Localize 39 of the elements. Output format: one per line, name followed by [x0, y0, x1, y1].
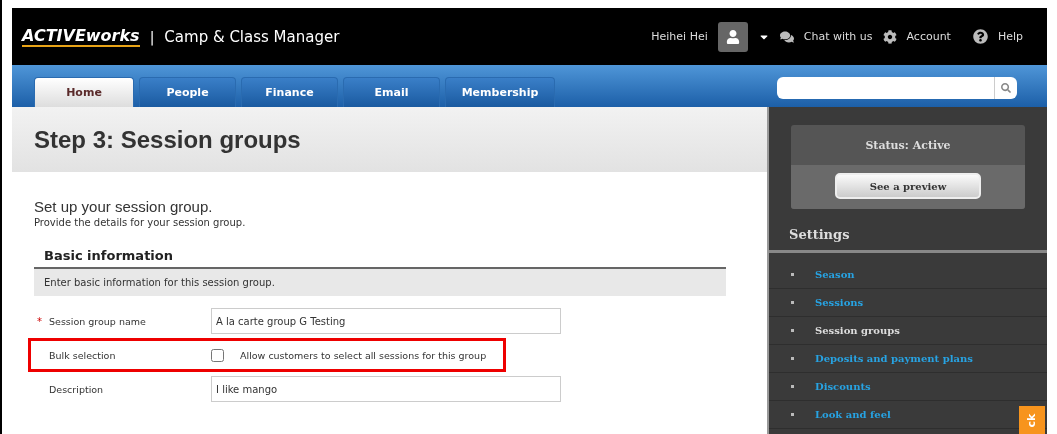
field-label: Session group name — [48, 315, 147, 327]
account-link[interactable]: Account — [906, 30, 951, 43]
checkbox-label: Allow customers to select all sessions for this group — [240, 349, 487, 361]
nav-tab[interactable]: Membership — [445, 77, 555, 107]
help-link[interactable]: Help — [997, 30, 1023, 43]
help-icon — [972, 29, 988, 44]
logo: ACTIVEworks — [22, 26, 140, 47]
intro-subtext: Provide the details for your session group. — [34, 217, 247, 228]
sidebar-link[interactable]: Deposits and payment plans — [769, 345, 1047, 373]
text-field[interactable]: A la carte group G Testing — [211, 308, 561, 334]
page-title: Step 3: Session groups — [34, 125, 301, 154]
required-mark: * — [37, 315, 43, 327]
chat-link[interactable]: Chat with us — [803, 30, 873, 43]
nav-tab[interactable]: People — [139, 77, 236, 107]
nav-tab[interactable]: Email — [343, 77, 440, 107]
checkbox[interactable] — [211, 348, 224, 362]
search-field[interactable] — [777, 77, 1017, 99]
avatar-button[interactable] — [717, 21, 748, 52]
nav-tab[interactable]: Finance — [241, 77, 338, 107]
sidebar-link[interactable]: Discounts — [769, 373, 1047, 401]
section-note: Enter basic information for this session group. — [34, 267, 726, 296]
separator: | — [149, 28, 155, 45]
text-field[interactable]: I like mango — [211, 376, 561, 402]
product-name: Camp & Class Manager — [164, 27, 340, 46]
intro-text: Set up your session group. — [34, 198, 214, 215]
nav-tab[interactable]: Home — [34, 77, 134, 107]
sidebar-link[interactable]: Session groups — [769, 317, 1047, 345]
section-heading: Basic information — [44, 248, 174, 265]
settings-icon — [882, 29, 897, 44]
preview-button[interactable]: See a preview — [835, 173, 981, 199]
chat-icon — [779, 29, 794, 44]
field-label: Description — [48, 383, 105, 395]
user-name: Heihei Hei — [651, 30, 708, 43]
sidebar-link[interactable]: Season — [769, 261, 1047, 289]
settings-heading: Settings — [769, 209, 1047, 253]
sidebar-link[interactable]: Sessions — [769, 289, 1047, 317]
status-text: Status: Active — [864, 137, 952, 154]
person-icon — [725, 29, 740, 44]
field-label: Bulk selection — [48, 349, 117, 361]
